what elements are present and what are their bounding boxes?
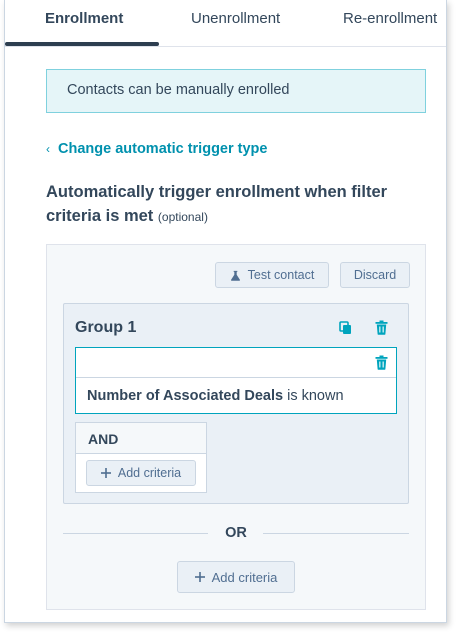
criteria-description: Number of Associated Deals is known [87,388,344,404]
info-banner-text: Contacts can be manually enrolled [67,82,290,98]
plus-icon [100,468,111,478]
tab-enrollment[interactable]: Enrollment [45,10,123,27]
and-label: AND [88,431,119,447]
change-trigger-type-label: Change automatic trigger type [58,141,268,157]
criteria-property: Number of Associated Deals [87,388,284,404]
filter-criteria-card[interactable]: Number of Associated Deals is known [75,347,397,414]
or-label: OR [225,525,247,541]
criteria-condition: is known [287,388,344,404]
group-title: Group 1 [75,319,137,336]
and-header: AND [76,423,206,454]
tab-unenrollment[interactable]: Unenrollment [191,10,280,27]
add-and-criteria-button[interactable]: Add criteria [86,460,196,486]
trash-icon[interactable] [375,355,388,375]
add-or-criteria-button[interactable]: Add criteria [177,561,295,593]
add-or-criteria-label: Add criteria [211,569,278,585]
tab-re-enrollment[interactable]: Re-enrollment [343,10,437,27]
filter-group: Group 1 Number of Associated Deals is kn… [63,303,409,504]
section-heading-text: Automatically trigger enrollment when fi… [46,183,388,225]
optional-label: (optional) [157,210,208,224]
enrollment-tabs: Enrollment Unenrollment Re-enrollment [5,0,446,47]
active-tab-indicator [5,42,159,46]
section-heading: Automatically trigger enrollment when fi… [46,180,426,229]
add-and-criteria-label: Add criteria [117,466,182,480]
info-banner: Contacts can be manually enrolled [46,69,426,113]
change-trigger-type-link[interactable]: ‹ Change automatic trigger type [46,141,267,157]
filter-criteria-box: Test contact Discard Group 1 Number of A… [46,244,426,610]
flask-icon [230,270,240,281]
discard-button[interactable]: Discard [340,262,410,288]
trash-icon[interactable] [375,320,388,340]
criteria-divider [76,377,396,378]
workflow-enrollment-panel: Enrollment Unenrollment Re-enrollment Co… [4,0,447,623]
plus-icon [194,572,205,582]
chevron-left-icon: ‹ [46,142,50,156]
test-contact-label: Test contact [247,268,315,282]
and-block: AND Add criteria [75,422,207,493]
copy-icon[interactable] [339,321,352,340]
discard-label: Discard [353,268,397,282]
test-contact-button[interactable]: Test contact [215,262,329,288]
